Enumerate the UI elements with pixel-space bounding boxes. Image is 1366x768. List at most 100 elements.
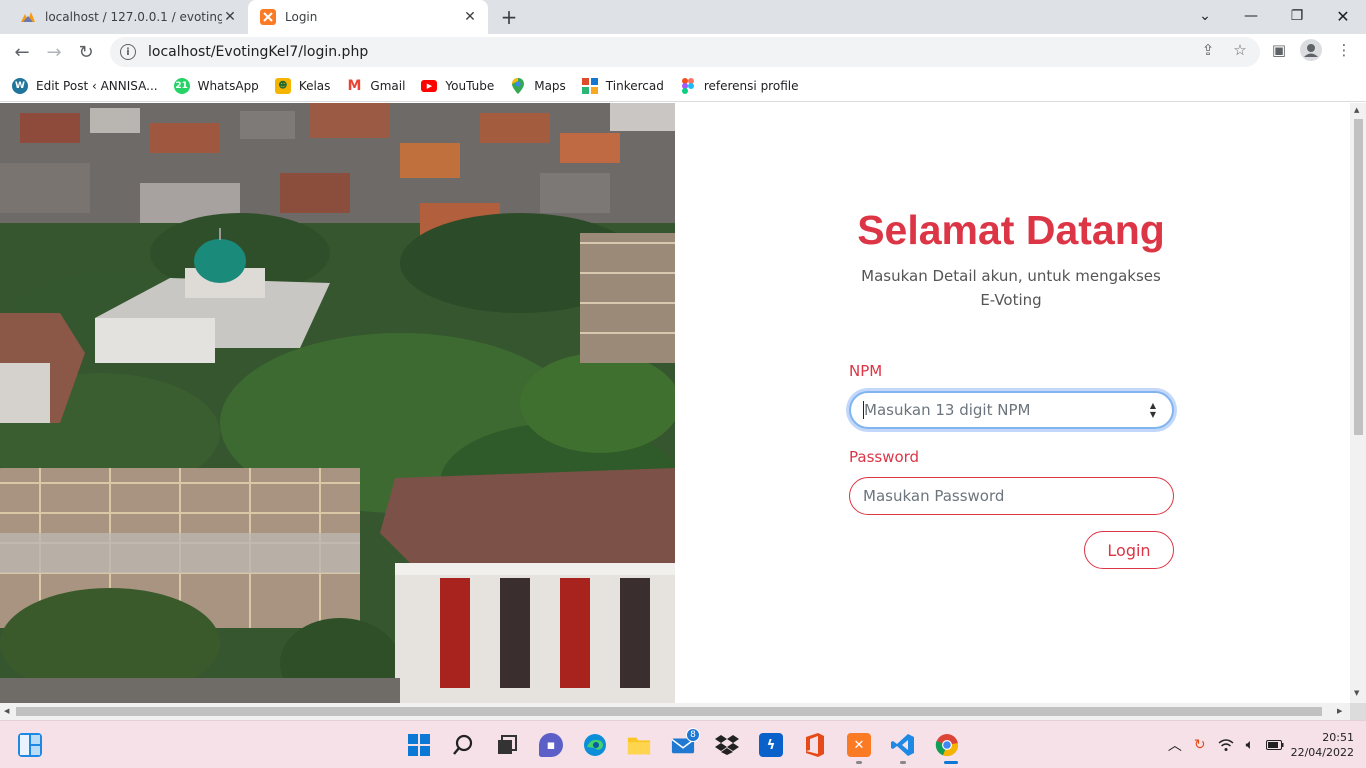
tab-title: localhost / 127.0.0.1 / evoting / p (45, 10, 222, 24)
bookmark-item[interactable]: ▶ YouTube (421, 79, 494, 93)
tinkercad-icon (581, 77, 598, 94)
start-icon[interactable] (407, 733, 431, 757)
bookmark-item[interactable]: W Edit Post ‹ ANNISA... (12, 77, 158, 94)
password-input[interactable]: Masukan Password (849, 477, 1174, 515)
password-placeholder: Masukan Password (863, 487, 1005, 505)
figma-icon (680, 77, 696, 94)
minimize-icon[interactable]: — (1228, 0, 1274, 32)
close-window-icon[interactable]: ✕ (1320, 0, 1366, 32)
campus-aerial-photo (0, 103, 675, 703)
close-tab-icon[interactable]: ✕ (462, 9, 478, 25)
horizontal-scroll-thumb[interactable] (16, 707, 1322, 716)
phpmyadmin-icon (20, 9, 36, 25)
widgets-icon[interactable] (18, 733, 42, 757)
scroll-right-icon[interactable]: ▶ (1337, 707, 1342, 715)
spinner-up-icon[interactable]: ▲ (1148, 401, 1158, 410)
bookmark-item[interactable]: ☻ Kelas (274, 77, 331, 94)
system-clock[interactable]: 20:51 22/04/2022 (1288, 730, 1354, 760)
google-classroom-icon: ☻ (274, 77, 291, 94)
powershell-icon[interactable]: ϟ (759, 733, 783, 757)
chrome-icon[interactable] (935, 733, 959, 757)
bookmark-label: Tinkercad (605, 78, 664, 93)
bookmark-label: referensi profile (703, 78, 799, 93)
tab-title: Login (285, 10, 318, 24)
menu-kebab-icon[interactable]: ⋮ (1332, 38, 1356, 62)
scroll-down-icon[interactable]: ▼ (1354, 689, 1359, 697)
site-info-icon[interactable]: i (120, 44, 136, 60)
tab-login[interactable]: Login ✕ (248, 0, 488, 34)
number-spinner[interactable]: ▲ ▼ (1148, 401, 1158, 421)
side-panel-icon[interactable]: ▣ (1267, 38, 1291, 62)
file-explorer-icon[interactable] (627, 733, 651, 757)
running-indicator (856, 761, 862, 764)
page-subtitle: Masukan Detail akun, untuk mengakses E-V… (861, 267, 1161, 309)
scroll-up-icon[interactable]: ▲ (1354, 106, 1359, 114)
bookmark-label: Kelas (298, 78, 331, 93)
spinner-down-icon[interactable]: ▼ (1148, 410, 1158, 419)
bookmark-item[interactable]: referensi profile (680, 77, 799, 94)
reload-icon[interactable]: ↻ (72, 38, 100, 66)
address-bar[interactable]: i localhost/EvotingKel7/login.php (110, 37, 1260, 67)
dropbox-icon[interactable] (715, 733, 739, 757)
share-icon[interactable]: ⇪ (1196, 38, 1220, 62)
bookmark-label: YouTube (445, 78, 495, 93)
chat-icon[interactable]: ▪ (539, 733, 563, 757)
search-icon[interactable] (451, 733, 475, 757)
task-view-icon[interactable] (495, 733, 519, 757)
browser-toolbar: ← → ↻ i localhost/EvotingKel7/login.php … (0, 34, 1366, 70)
npm-input[interactable]: Masukan 13 digit NPM ▲ ▼ (849, 391, 1174, 429)
sync-icon[interactable]: ↻ (1194, 735, 1206, 755)
bookmark-item[interactable]: Maps (510, 77, 566, 94)
scrollbar-corner (1350, 703, 1366, 720)
horizontal-scrollbar[interactable]: ◀ ▶ (0, 703, 1350, 720)
url-text[interactable]: localhost/EvotingKel7/login.php (148, 44, 368, 60)
bookmark-star-icon[interactable]: ☆ (1228, 38, 1252, 62)
wordpress-icon: W (12, 77, 28, 94)
clock-time: 20:51 (1322, 731, 1354, 744)
page-title: Selamat Datang (857, 207, 1165, 253)
back-icon[interactable]: ← (8, 38, 36, 66)
youtube-icon: ▶ (421, 79, 438, 92)
close-tab-icon[interactable]: ✕ (222, 9, 238, 25)
bookmark-label: Edit Post ‹ ANNISA... (36, 78, 158, 93)
volume-icon[interactable]: 🔈︎ (1246, 735, 1254, 755)
bookmark-label: WhatsApp (197, 78, 259, 93)
tab-phpmyadmin[interactable]: localhost / 127.0.0.1 / evoting / p ✕ (8, 0, 248, 34)
bookmark-item[interactable]: Tinkercad (581, 77, 664, 94)
active-indicator (944, 761, 958, 764)
forward-icon[interactable]: → (40, 38, 68, 66)
new-tab-icon[interactable]: + (498, 5, 520, 29)
vertical-scroll-thumb[interactable] (1354, 119, 1363, 435)
password-label: Password (849, 448, 920, 466)
xampp-icon[interactable]: ✕ (847, 733, 871, 757)
office-icon[interactable] (803, 733, 827, 757)
bookmark-label: Gmail (370, 78, 406, 93)
windows-taskbar: ▪ 8 ϟ ✕ ︿ ↻ 🔈︎ 20:51 22/04/2022 (0, 720, 1366, 768)
npm-label: NPM (849, 362, 883, 380)
system-tray: ︿ ↻ 🔈︎ (1168, 735, 1284, 755)
page-viewport: Selamat Datang Masukan Detail akun, untu… (0, 103, 1350, 703)
show-hidden-icons-chevron-icon[interactable]: ︿ (1168, 735, 1182, 755)
tab-strip: localhost / 127.0.0.1 / evoting / p ✕ Lo… (0, 0, 1366, 34)
login-panel: Selamat Datang Masukan Detail akun, untu… (675, 103, 1350, 703)
tab-search-chevron-icon[interactable]: ⌄ (1182, 0, 1228, 32)
edge-icon[interactable] (583, 733, 607, 757)
clock-date: 22/04/2022 (1290, 746, 1354, 759)
xampp-icon (260, 9, 276, 25)
scroll-left-icon[interactable]: ◀ (4, 707, 9, 715)
vertical-scrollbar[interactable]: ▲ ▼ (1350, 103, 1366, 703)
whatsapp-icon: 21 (173, 77, 190, 94)
npm-placeholder: Masukan 13 digit NPM (864, 401, 1031, 419)
bookmark-item[interactable]: M Gmail (346, 78, 405, 94)
gmail-icon: M (347, 77, 362, 94)
restore-icon[interactable]: ❐ (1274, 0, 1320, 32)
bookmark-item[interactable]: 21 WhatsApp (173, 77, 259, 94)
running-indicator (900, 761, 906, 764)
wifi-icon[interactable] (1218, 735, 1234, 755)
profile-avatar-icon[interactable] (1299, 38, 1323, 62)
bookmark-label: Maps (534, 78, 566, 93)
battery-icon[interactable] (1266, 735, 1284, 755)
login-button[interactable]: Login (1084, 531, 1174, 569)
maps-pin-icon (510, 77, 526, 94)
vscode-icon[interactable] (891, 733, 915, 757)
